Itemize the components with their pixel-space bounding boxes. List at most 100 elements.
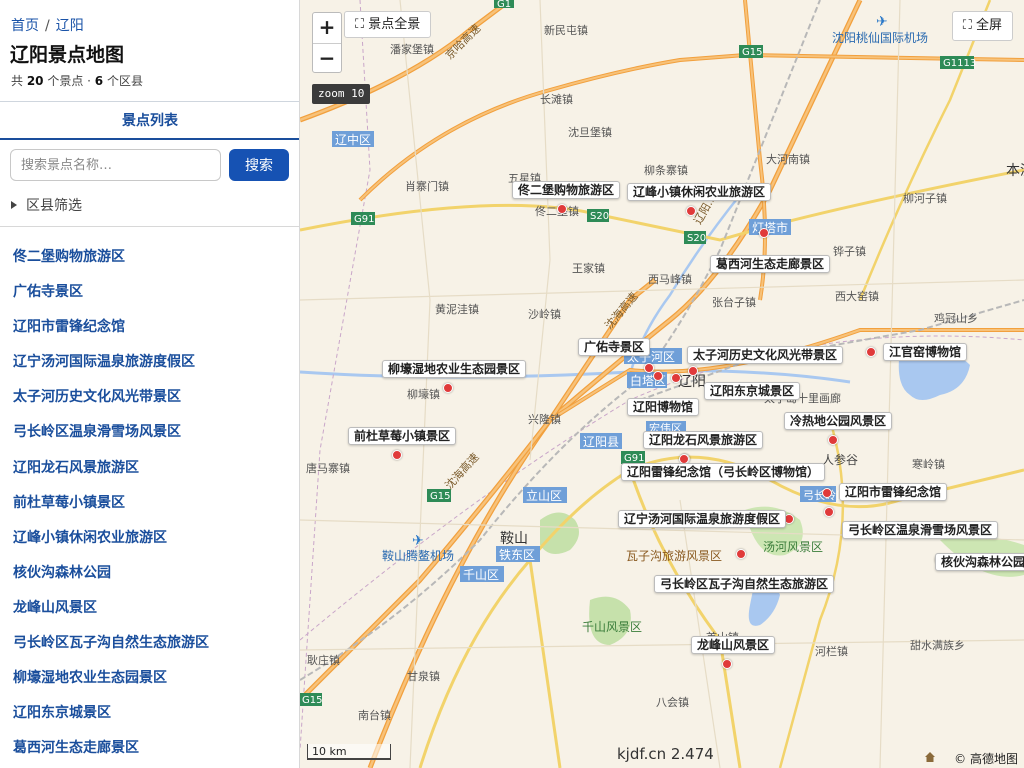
full-extent-button[interactable]: ⛶ 景点全景 xyxy=(344,11,432,38)
map-pin-label[interactable]: 辽阳龙石风景旅游区 xyxy=(643,431,764,449)
full-extent-label: 景点全景 xyxy=(368,17,421,32)
map-pin-marker[interactable] xyxy=(736,549,746,559)
map-pin-label[interactable]: 前杜草莓小镇景区 xyxy=(348,427,457,445)
home-icon[interactable] xyxy=(924,751,936,763)
zoom-in-button[interactable]: + xyxy=(313,13,341,43)
stats-prefix: 共 xyxy=(11,74,27,88)
map-pin-marker[interactable] xyxy=(392,450,402,460)
place-label: 八会镇 xyxy=(656,695,689,709)
map-pin-label[interactable]: 柳壕湿地农业生态园景区 xyxy=(382,360,527,378)
map-pin-label[interactable]: 葛西河生态走廊景区 xyxy=(710,255,831,273)
place-label: 南台镇 xyxy=(358,708,391,722)
place-label: 人参谷 xyxy=(822,452,858,467)
place-label: 黄泥洼镇 xyxy=(435,302,479,316)
road-name: 沈海高速 xyxy=(602,289,641,332)
map-pin-label[interactable]: 广佑寺景区 xyxy=(578,338,651,356)
spot-stats: 共 20 个景点 · 6 个区县 xyxy=(11,72,143,89)
place-label: 鸡冠山乡 xyxy=(934,311,978,325)
map-pin-label[interactable]: 辽宁汤河国际温泉旅游度假区 xyxy=(618,510,787,528)
map-view[interactable]: 新民屯镇 潘家堡镇 长滩镇 沈旦堡镇 五星镇 肖寨门镇 柳条寨镇 大河南镇 柳河… xyxy=(300,0,1024,768)
spot-list-item[interactable]: 核伙沟森林公园 xyxy=(13,556,209,591)
map-pin-label[interactable]: 辽阳博物馆 xyxy=(627,398,700,416)
spot-list-item[interactable]: 辽阳东京城景区 xyxy=(13,696,209,731)
map-pin-marker[interactable] xyxy=(759,228,769,238)
map-pin-marker[interactable] xyxy=(653,371,663,381)
district-badge: 铁东区 xyxy=(499,548,535,562)
spot-list-item[interactable]: 佟二堡购物旅游区 xyxy=(13,240,209,275)
map-pin-label[interactable]: 太子河历史文化风光带景区 xyxy=(687,346,844,364)
place-label: 柳河子镇 xyxy=(903,191,947,205)
district-badge: 立山区 xyxy=(526,488,562,503)
spot-list-item[interactable]: 柳壕湿地农业生态园景区 xyxy=(13,661,209,696)
place-label: 千山风景区 xyxy=(582,620,642,634)
map-pin-marker[interactable] xyxy=(866,347,876,357)
breadcrumb: 首页 / 辽阳 xyxy=(11,15,84,35)
place-label: 河栏镇 xyxy=(815,644,848,658)
spot-list-item[interactable]: 广佑寺景区 xyxy=(13,275,209,310)
place-label: 甘泉镇 xyxy=(407,669,440,683)
district-filter-toggle[interactable]: 区县筛选 xyxy=(11,195,82,215)
map-pin-label[interactable]: 核伙沟森林公园 xyxy=(935,553,1024,571)
place-label: 沙岭镇 xyxy=(528,307,561,321)
search-input[interactable] xyxy=(10,149,221,181)
place-label: 鞍山 xyxy=(500,531,528,547)
map-pin-label[interactable]: 佟二堡购物旅游区 xyxy=(512,181,621,199)
spot-list-item[interactable]: 太子河历史文化风光带景区 xyxy=(13,380,209,415)
breadcrumb-home-link[interactable]: 首页 xyxy=(11,18,39,34)
map-pin-label[interactable]: 辽阳市雷锋纪念馆 xyxy=(839,483,948,501)
map-pin-marker[interactable] xyxy=(671,373,681,383)
map-pin-label[interactable]: 辽阳东京城景区 xyxy=(704,382,801,400)
stats-district-suffix: 个区县 xyxy=(103,74,143,88)
place-label: 新民屯镇 xyxy=(544,23,588,37)
district-badge: 辽中区 xyxy=(335,132,371,147)
spot-list-item[interactable]: 龙峰山风景区 xyxy=(13,591,209,626)
map-pin-marker[interactable] xyxy=(822,488,832,498)
map-pin-marker[interactable] xyxy=(828,435,838,445)
map-copyright: © 高德地图 xyxy=(954,752,1018,766)
map-pin-label[interactable]: 辽阳雷锋纪念馆（弓长岭区博物馆） xyxy=(621,463,826,481)
place-label: 张台子镇 xyxy=(712,295,756,309)
spot-list-item[interactable]: 辽阳龙石风景旅游区 xyxy=(13,451,209,486)
map-pin-marker[interactable] xyxy=(557,204,567,214)
road-name: 京哈高速 xyxy=(442,21,483,62)
map-pin-marker[interactable] xyxy=(443,383,453,393)
map-pin-label[interactable]: 弓长岭区温泉滑雪场风景区 xyxy=(842,521,999,539)
place-label: 肖寨门镇 xyxy=(405,179,449,193)
place-label: 大河南镇 xyxy=(766,152,810,166)
spot-list-item[interactable]: 前杜草莓小镇景区 xyxy=(13,486,209,521)
district-filter-label: 区县筛选 xyxy=(26,198,82,214)
map-pin-label[interactable]: 江官窑博物馆 xyxy=(883,343,968,361)
spot-count: 20 xyxy=(26,74,44,88)
spot-list-item[interactable]: 辽阳市雷锋纪念馆 xyxy=(13,310,209,345)
place-label: 铧子镇 xyxy=(833,244,866,258)
spot-list-item[interactable]: 弓长岭区温泉滑雪场风景区 xyxy=(13,415,209,450)
place-label: 潘家堡镇 xyxy=(390,42,434,56)
map-pin-label[interactable]: 冷热地公园风景区 xyxy=(784,412,893,430)
expand-icon: ⛶ xyxy=(355,17,369,32)
fullscreen-button[interactable]: ⛶ 全屏 xyxy=(951,11,1013,41)
road-shield: S20 xyxy=(590,211,609,222)
spot-list-item[interactable]: 辽峰小镇休闲农业旅游区 xyxy=(13,521,209,556)
spot-list-item[interactable]: 辽宁汤河国际温泉旅游度假区 xyxy=(13,345,209,380)
map-pin-marker[interactable] xyxy=(824,507,834,517)
district-count: 6 xyxy=(94,74,104,88)
place-label: 长滩镇 xyxy=(540,92,573,106)
spot-list-item[interactable]: 葛西河生态走廊景区 xyxy=(13,731,209,766)
zoom-out-button[interactable]: − xyxy=(313,43,341,73)
spot-list-item[interactable]: 弓长岭区瓦子沟自然生态旅游区 xyxy=(13,626,209,661)
map-pin-label[interactable]: 辽峰小镇休闲农业旅游区 xyxy=(627,183,772,201)
map-pin-marker[interactable] xyxy=(644,363,654,373)
map-pin-marker[interactable] xyxy=(722,659,732,669)
tab-spot-list[interactable]: 景点列表 xyxy=(0,102,299,140)
search-button[interactable]: 搜索 xyxy=(229,149,289,181)
map-pin-marker[interactable] xyxy=(688,366,698,376)
road-shield: G15 xyxy=(742,47,762,58)
road-shield: G15 xyxy=(430,491,450,502)
map-pin-marker[interactable] xyxy=(686,206,696,216)
airport-label: 鞍山腾鳌机场 xyxy=(382,548,454,563)
map-pin-label[interactable]: 弓长岭区瓦子沟自然生态旅游区 xyxy=(654,575,835,593)
place-label: 西大窑镇 xyxy=(835,289,879,303)
breadcrumb-current-link[interactable]: 辽阳 xyxy=(56,18,84,34)
place-label: 柳壕镇 xyxy=(407,387,440,401)
map-pin-label[interactable]: 龙峰山风景区 xyxy=(691,636,776,654)
